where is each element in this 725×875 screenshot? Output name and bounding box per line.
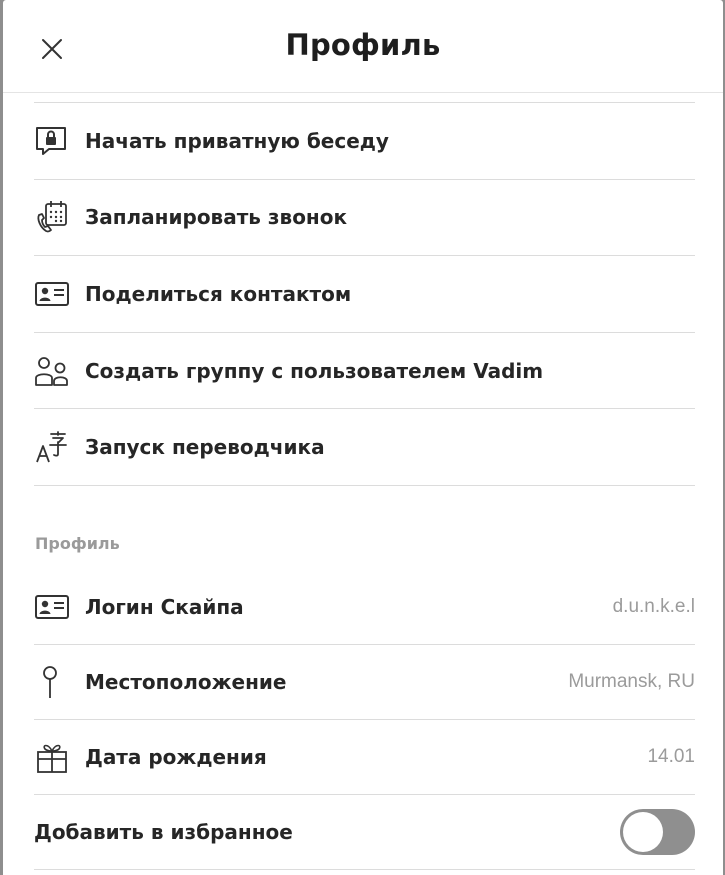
- action-private-chat[interactable]: Начать приватную беседу: [34, 103, 695, 180]
- favorites-label: Добавить в избранное: [34, 820, 293, 844]
- info-value: Murmansk, RU: [568, 671, 695, 692]
- info-label: Логин Скайпа: [85, 595, 244, 619]
- section-heading: Профиль: [35, 534, 120, 553]
- action-create-group[interactable]: Создать группу с пользователем Vadim: [34, 333, 695, 410]
- toggle-knob: [623, 812, 663, 852]
- action-list: Начать приватную беседу Запланировать зв…: [34, 103, 695, 486]
- action-label: Запланировать звонок: [85, 205, 348, 230]
- favorites-toggle[interactable]: [620, 809, 695, 855]
- group-people-icon: [34, 353, 70, 389]
- info-location: Местоположение Murmansk, RU: [34, 645, 695, 720]
- page-title: Профиль: [285, 28, 441, 62]
- contact-card-icon: [34, 589, 70, 625]
- info-birthday: Дата рождения 14.01: [34, 720, 695, 795]
- location-pin-icon: [34, 664, 70, 700]
- info-label: Местоположение: [85, 670, 287, 694]
- private-chat-lock-icon: [34, 123, 70, 159]
- action-label: Начать приватную беседу: [85, 128, 389, 153]
- schedule-call-icon: [34, 199, 70, 235]
- info-value: d.u.n.k.e.l: [612, 596, 695, 617]
- action-translator[interactable]: Запуск переводчика: [34, 409, 695, 486]
- info-value: 14.01: [647, 746, 695, 767]
- info-skype-login: Логин Скайпа d.u.n.k.e.l: [34, 570, 695, 645]
- contact-card-icon: [34, 276, 70, 312]
- action-label: Создать группу с пользователем Vadim: [85, 358, 544, 383]
- profile-dialog: Профиль Начать приватную беседу Запланир…: [3, 0, 723, 875]
- action-schedule-call[interactable]: Запланировать звонок: [34, 180, 695, 257]
- translator-icon: [34, 429, 70, 465]
- info-label: Дата рождения: [85, 745, 267, 769]
- gift-icon: [34, 739, 70, 775]
- profile-info-list: Логин Скайпа d.u.n.k.e.l Местоположение …: [34, 570, 695, 870]
- action-label: Поделиться контактом: [85, 281, 352, 306]
- action-share-contact[interactable]: Поделиться контактом: [34, 256, 695, 333]
- favorites-row: Добавить в избранное: [34, 795, 695, 870]
- action-label: Запуск переводчика: [85, 435, 325, 460]
- dialog-header: Профиль: [3, 0, 723, 93]
